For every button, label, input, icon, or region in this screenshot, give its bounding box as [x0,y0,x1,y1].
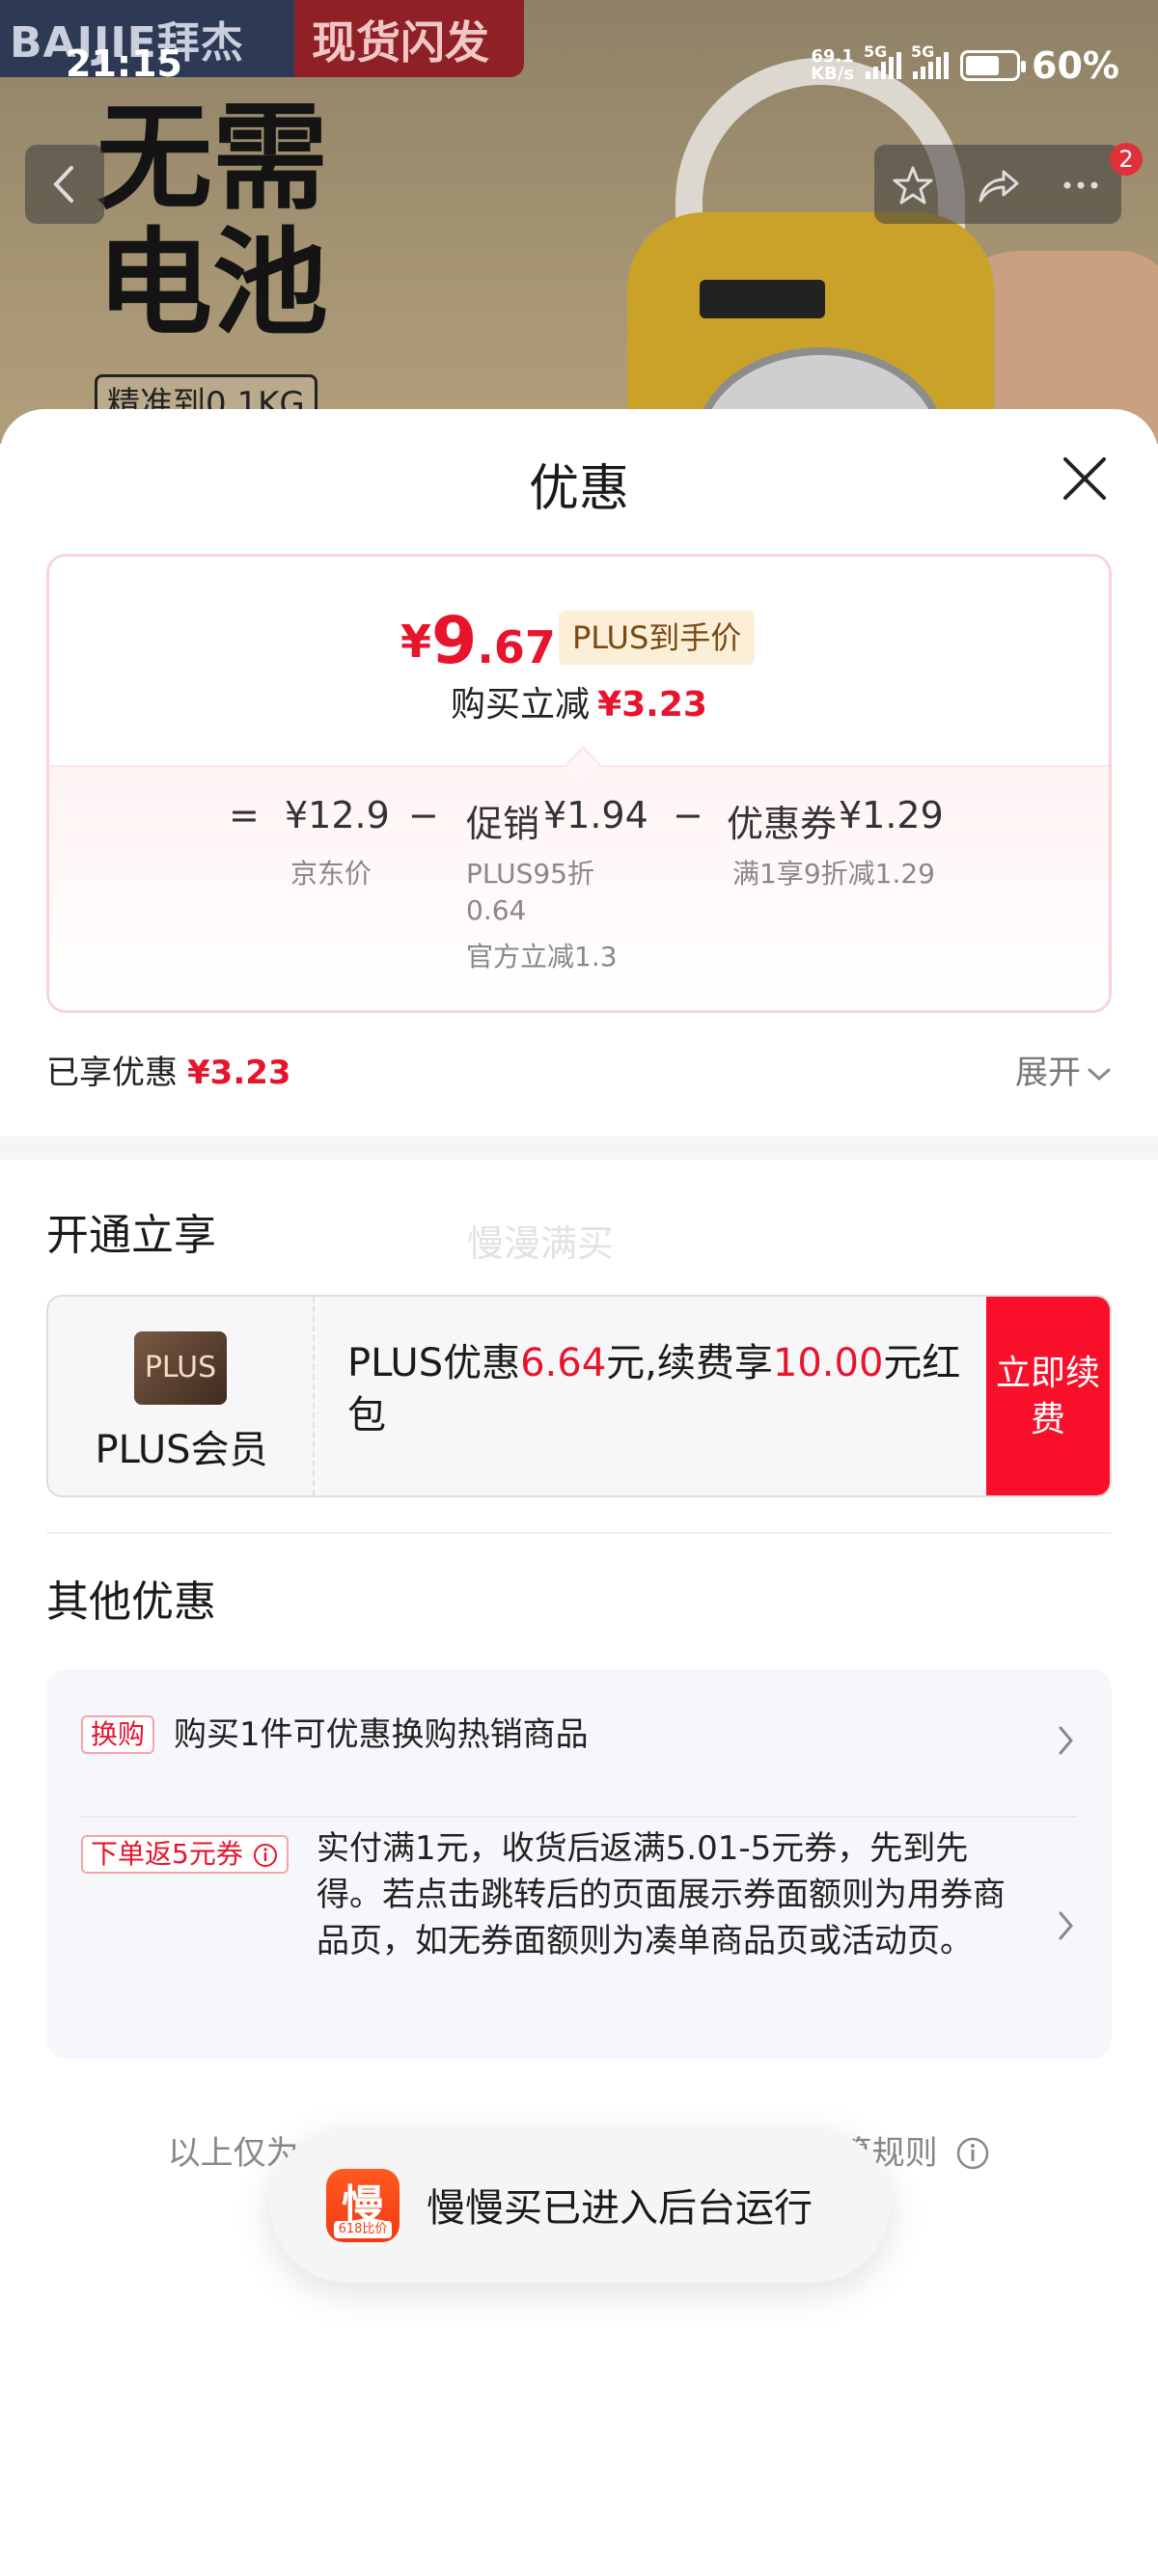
final-price-integer: 9 [431,603,478,679]
app-icon-caption: 618比价 [334,2221,392,2238]
plus-desc-red-packet: 10.00 [772,1341,884,1385]
offer-text: 实付满1元，收货后返满5.01-5元券，先到先得。若点击跳转后的页面展示券面额则… [317,1829,1006,1960]
status-indicators: 69.1 KB/s 5G 5G 60% [811,42,1119,87]
price-breakdown-card: ¥9.67 PLUS到手价 购买立减 ¥3.23 = ¥12.9 − 促销 ¥1.… [46,554,1112,1013]
equals-sign: = [229,794,260,836]
enjoyed-discount-label: 已享优惠 [46,1054,178,1092]
top-actions [874,145,1121,224]
plus-membership-card: PLUS PLUS会员 PLUS优惠6.64元,续费享10.00元红包 立即续费 [46,1295,1112,1497]
info-icon[interactable] [955,2136,990,2171]
offer-tag: 下单返5元券 [81,1835,289,1874]
coupon-detail: 满1享9折减1.29 [732,858,935,890]
renew-now-button[interactable]: 立即续费 [986,1297,1110,1495]
plus-desc-discount: 6.64 [520,1341,607,1385]
instant-discount-line: 购买立减 ¥3.23 [49,676,1109,726]
open-benefits-title: 开通立享 [46,1211,216,1260]
jd-price: ¥12.9 [285,794,390,836]
chevron-right-icon [1059,1726,1073,1755]
plus-price-badge: PLUS到手价 [559,611,756,665]
minus-sign-1: − [408,794,439,836]
coupon-label: 优惠券 [727,803,838,845]
product-headline: 无需 电池 [96,96,328,347]
share-icon[interactable] [975,162,1021,208]
offer-text: 购买1件可优惠换购热销商品 [174,1715,589,1754]
scale-knob-illustration [700,280,825,318]
toast-message: 慢慢买已进入后台运行 [427,2186,813,2231]
manmanbuy-app-icon: 慢 618比价 [326,2169,400,2242]
plus-member-label: PLUS会员 [95,1428,268,1472]
jd-price-label: 京东价 [290,858,372,890]
more-icon[interactable] [1058,162,1104,208]
offer-row-exchange[interactable]: 换购 购买1件可优惠换购热销商品 [81,1704,1077,1777]
signal-icon-sim1: 5G [864,42,902,79]
plus-desc-mid: 元,续费享 [606,1341,773,1385]
minus-sign-2: − [673,794,703,836]
headline-line-1: 无需 [96,92,328,226]
section-divider [0,1137,1158,1160]
promo-detail-plus-amount: 0.64 [466,894,527,926]
watermark-text: 慢漫满买 [467,1222,615,1265]
plus-benefit-description: PLUS优惠6.64元,续费享10.00元红包 [347,1337,965,1441]
plus-logo: PLUS [134,1331,227,1405]
chevron-right-icon [1059,1911,1073,1940]
instant-discount-amount: ¥3.23 [597,685,707,725]
status-bar: 21:15 69.1 KB/s 5G 5G 60% [0,0,1158,87]
enjoyed-discount: 已享优惠 ¥3.23 [46,1046,291,1093]
other-offers-title: 其他优惠 [46,1577,216,1627]
close-icon[interactable] [1058,452,1112,506]
enjoyed-discount-amount: ¥3.23 [187,1054,291,1092]
offer-row-coupon-return[interactable]: 下单返5元券 实付满1元，收货后返满5.01-5元券，先到先得。若点击跳转后的页… [81,1829,1077,2034]
promo-detail-plus: PLUS95折 [466,858,594,890]
promo-amount: ¥1.94 [543,794,648,836]
battery-percent: 60% [1032,44,1119,87]
coupon-amount: ¥1.29 [839,794,944,836]
background-running-toast: 慢 618比价 慢慢买已进入后台运行 [270,2128,890,2283]
final-price-currency: ¥ [400,616,432,668]
chevron-left-icon [53,166,73,203]
offer-tag-label: 下单返5元券 [91,1838,243,1870]
final-price-decimal: .67 [477,621,556,673]
promo-detail-official: 官方立减1.3 [466,941,618,973]
info-icon [253,1844,277,1867]
final-price: ¥9.67 [400,603,556,679]
promo-label: 促销 [466,803,540,845]
other-offers-list: 换购 购买1件可优惠换购热销商品 下单返5元券 实付满1元，收货后返满5.01-… [46,1669,1112,2059]
sim1-network-type: 5G [864,42,888,61]
plus-desc-prefix: PLUS优惠 [347,1341,521,1385]
expand-label: 展开 [1015,1054,1081,1092]
offer-tag: 换购 [81,1715,155,1754]
notification-badge: 2 [1110,143,1143,176]
chevron-down-icon [1088,1068,1111,1081]
star-icon[interactable] [890,162,936,208]
status-time: 21:15 [66,42,182,85]
sim2-network-type: 5G [911,42,935,61]
sheet-title: 优惠 [528,460,629,518]
headline-line-2: 电池 [96,217,328,351]
battery-icon [960,50,1027,81]
signal-icon-sim2: 5G [911,42,950,79]
network-speed-unit: KB/s [811,64,855,84]
expand-button[interactable]: 展开 [1015,1046,1112,1093]
instant-discount-label: 购买立减 [451,685,591,725]
network-speed: 69.1 KB/s [811,48,854,83]
back-button[interactable] [25,145,104,224]
